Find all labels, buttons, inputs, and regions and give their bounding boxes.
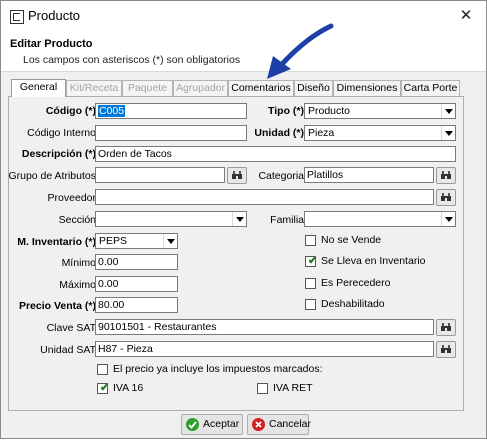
tipo-select[interactable]: Producto [304,103,456,119]
categoria-lookup-button[interactable] [436,167,456,184]
tab-comentarios[interactable]: Comentarios [228,80,294,96]
precio-venta-field[interactable]: 80.00 [95,297,178,313]
clave-sat-field[interactable]: 90101501 - Restaurantes [95,319,434,335]
es-perecedero-label: Es Perecedero [321,277,391,289]
unidad-sat-field[interactable]: H87 - Pieza [95,341,434,357]
header-title: Editar Producto [10,38,93,50]
unidad-label: Unidad (*) [254,127,304,139]
chevron-down-icon [441,104,455,118]
binoculars-icon [441,323,451,331]
proveedor-field[interactable] [95,189,434,205]
precio-venta-label: Precio Venta (*) [18,300,96,312]
categoria-label: Categoria [258,170,304,182]
checkbox-box: ✔ [305,255,318,267]
cancel-circle-icon [252,418,265,431]
codigo-field[interactable]: C005 [95,103,247,119]
window-title: Producto [28,8,81,23]
checkbox-box [257,383,268,394]
clave-sat-lookup-button[interactable] [436,319,456,336]
unidad-sat-label: Unidad SAT [40,344,96,356]
se-lleva-inventario-label: Se Lleva en Inventario [321,255,426,267]
chevron-down-icon [441,212,455,226]
m-inventario-label: M. Inventario (*) [17,236,96,248]
accept-button[interactable]: Aceptar [181,414,243,435]
iva-ret-label: IVA RET [273,382,313,394]
tipo-value: Producto [308,105,351,117]
familia-label: Familia [270,214,304,226]
tab-carta-porte[interactable]: Carta Porte [401,80,460,96]
seccion-select[interactable] [95,211,247,227]
chevron-down-icon [163,234,177,248]
tab-kit-receta[interactable]: Kit/Receta [66,80,122,96]
dialog-header: Editar Producto Los campos con asterisco… [1,31,486,72]
cancel-button[interactable]: Cancelar [247,414,312,435]
no-se-vende-label: No se Vende [321,234,382,246]
cancel-label: Cancelar [269,418,312,430]
tab-dimensiones[interactable]: Dimensiones [333,80,401,96]
checkmark-icon: ✔ [308,255,318,267]
maximo-field[interactable]: 0.00 [95,276,178,292]
minimo-field[interactable]: 0.00 [95,254,178,270]
codigo-label: Código (*) [45,105,96,117]
title-bar: Producto ✕ [1,1,486,31]
iva16-label: IVA 16 [113,382,144,394]
codigo-value: C005 [98,105,126,117]
check-circle-icon [186,418,199,431]
codigo-interno-field[interactable] [95,125,247,141]
precio-incluye-impuestos-label: El precio ya incluye los impuestos marca… [113,363,323,375]
binoculars-icon [441,193,451,201]
checkmark-icon: ✔ [100,382,110,394]
tab-paquete[interactable]: Paquete [122,80,173,96]
checkbox-box [97,364,108,375]
checkbox-box [305,299,316,310]
checkbox-box: ✔ [97,382,110,394]
chevron-down-icon [232,212,246,226]
header-subtitle: Los campos con asteriscos (*) son obliga… [23,54,241,66]
tab-agrupador[interactable]: Agrupador [173,80,228,96]
app-icon [10,10,24,24]
descripcion-label: Descripción (*) [21,148,96,160]
binoculars-icon [232,171,242,179]
tab-general[interactable]: General [11,79,66,97]
unidad-select[interactable]: Pieza [304,125,456,141]
clave-sat-label: Clave SAT [46,322,96,334]
categoria-field[interactable]: Platillos [304,167,434,183]
accept-label: Aceptar [203,418,240,430]
proveedor-lookup-button[interactable] [436,189,456,206]
unidad-value: Pieza [308,127,335,139]
dialog-window: Producto ✕ Editar Producto Los campos co… [0,0,487,439]
grupo-atributos-field[interactable] [95,167,225,183]
close-icon[interactable]: ✕ [446,1,486,31]
checkbox-box [305,278,316,289]
binoculars-icon [441,345,451,353]
proveedor-label: Proveedor [47,192,96,204]
familia-select[interactable] [304,211,456,227]
tab-diseno[interactable]: Diseño [294,80,333,96]
seccion-label: Sección [58,214,96,226]
grupo-atributos-lookup-button[interactable] [227,167,247,184]
unidad-sat-lookup-button[interactable] [436,341,456,358]
descripcion-field[interactable]: Orden de Tacos [95,146,456,162]
checkbox-box [305,235,316,246]
grupo-atributos-label: Grupo de Atributos [8,170,96,182]
minimo-label: Mínimo [61,257,96,269]
deshabilitado-label: Deshabilitado [321,298,385,310]
tipo-label: Tipo (*) [268,105,304,117]
general-panel: Código (*) C005 Tipo (*) Producto Código… [8,96,464,411]
m-inventario-select[interactable]: PEPS [95,233,178,249]
m-inventario-value: PEPS [99,235,128,247]
binoculars-icon [441,171,451,179]
maximo-label: Máximo [59,279,96,291]
codigo-interno-label: Código Interno [27,127,96,139]
chevron-down-icon [441,126,455,140]
